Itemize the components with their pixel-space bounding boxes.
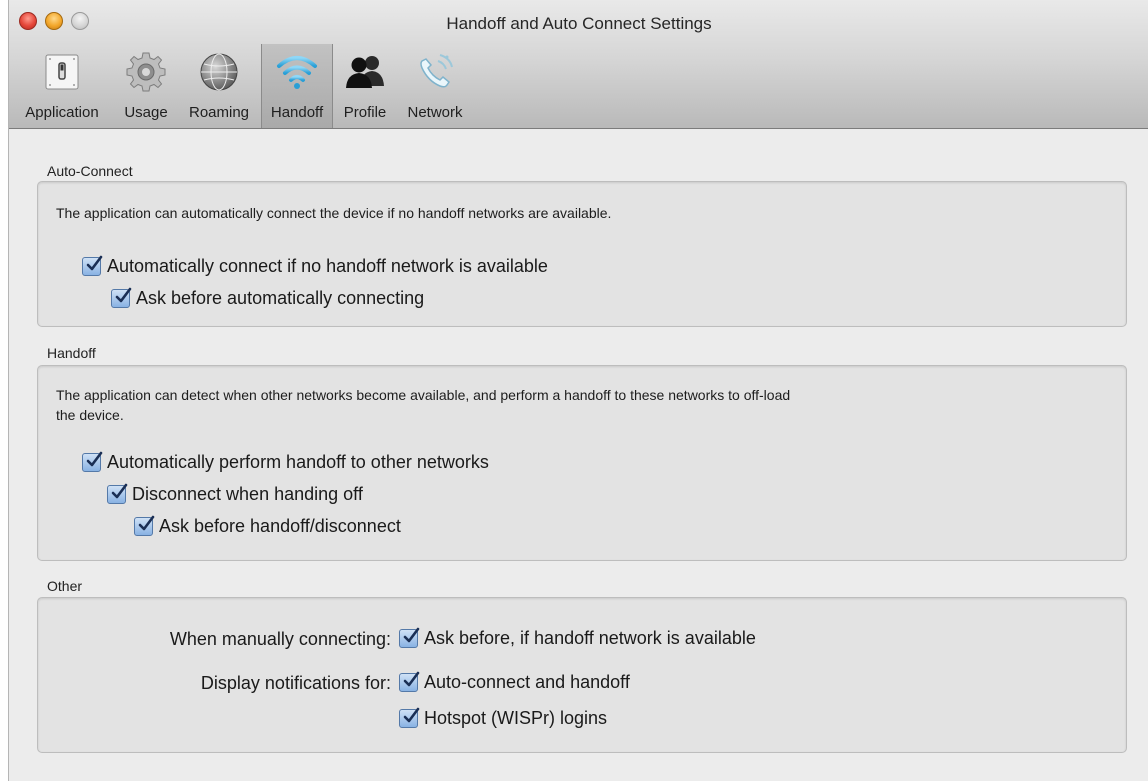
switch-icon xyxy=(39,50,85,94)
other-heading: Other xyxy=(47,578,83,594)
auto-connect-group: The application can automatically connec… xyxy=(37,181,1127,327)
tab-label: Roaming xyxy=(188,104,250,121)
notifications-label: Display notifications for: xyxy=(200,673,391,693)
checkbox-label: Ask before handoff/disconnect xyxy=(159,516,401,536)
checkbox[interactable] xyxy=(82,255,103,276)
checkbox[interactable] xyxy=(134,515,155,536)
tab-handoff[interactable]: Handoff xyxy=(261,44,333,128)
phone-icon xyxy=(412,50,458,94)
ask-before-connect-option[interactable]: Ask before automatically connecting xyxy=(111,287,425,309)
disconnect-handoff-option[interactable]: Disconnect when handing off xyxy=(107,483,363,505)
checkbox-label: Ask before, if handoff network is availa… xyxy=(424,628,756,648)
checkbox-label: Ask before automatically connecting xyxy=(136,288,425,308)
notify-hotspot-option[interactable]: Hotspot (WISPr) logins xyxy=(399,707,608,729)
tab-network[interactable]: Network xyxy=(397,44,473,128)
ask-before-handoff-option[interactable]: Ask before handoff/disconnect xyxy=(134,515,401,537)
globe-icon xyxy=(196,50,242,94)
tab-label: Handoff xyxy=(270,104,324,121)
tab-label: Network xyxy=(407,104,463,121)
checkbox[interactable] xyxy=(107,483,128,504)
tab-roaming[interactable]: Roaming xyxy=(177,44,261,128)
window-title: Handoff and Auto Connect Settings xyxy=(446,14,712,33)
titlebar: Handoff and Auto Connect Settings Applic… xyxy=(9,0,1148,129)
handoff-heading: Handoff xyxy=(47,345,96,361)
handoff-description-line-2: the device. xyxy=(56,407,124,423)
auto-connect-heading: Auto-Connect xyxy=(47,163,133,179)
auto-handoff-option[interactable]: Automatically perform handoff to other n… xyxy=(82,451,489,473)
auto-connect-option[interactable]: Automatically connect if no handoff netw… xyxy=(82,255,548,277)
checkbox-label: Automatically connect if no handoff netw… xyxy=(107,256,548,276)
wifi-icon xyxy=(274,50,320,94)
handoff-description-line-1: The application can detect when other ne… xyxy=(56,387,791,403)
tab-label: Application xyxy=(25,104,99,121)
notify-auto-connect-option[interactable]: Auto-connect and handoff xyxy=(399,671,630,693)
checkbox-label: Auto-connect and handoff xyxy=(424,672,630,692)
checkbox[interactable] xyxy=(399,671,420,692)
other-group: When manually connecting: Ask before, if… xyxy=(37,597,1127,753)
checkbox-label: Hotspot (WISPr) logins xyxy=(424,708,608,728)
tab-profile[interactable]: Profile xyxy=(333,44,397,128)
checkbox-label: Disconnect when handing off xyxy=(132,484,363,504)
checkbox-label: Automatically perform handoff to other n… xyxy=(107,452,489,472)
checkbox[interactable] xyxy=(399,707,420,728)
checkbox[interactable] xyxy=(82,451,103,472)
checkbox[interactable] xyxy=(111,287,132,308)
tab-usage[interactable]: Usage xyxy=(115,44,177,128)
handoff-group: The application can detect when other ne… xyxy=(37,365,1127,561)
settings-window: Handoff and Auto Connect Settings Applic… xyxy=(8,0,1148,781)
auto-connect-description: The application can automatically connec… xyxy=(56,205,612,221)
gear-icon xyxy=(123,50,169,94)
tab-application[interactable]: Application xyxy=(9,44,115,128)
people-icon xyxy=(342,50,388,94)
tab-label: Profile xyxy=(343,104,387,121)
tab-label: Usage xyxy=(124,104,168,121)
ask-before-manual-option[interactable]: Ask before, if handoff network is availa… xyxy=(399,627,756,649)
manual-connect-label: When manually connecting: xyxy=(169,629,391,649)
content-area: Auto-Connect The application can automat… xyxy=(9,129,1148,781)
toolbar: Application Usage Roaming Handoff Profil… xyxy=(9,44,473,128)
checkbox[interactable] xyxy=(399,627,420,648)
